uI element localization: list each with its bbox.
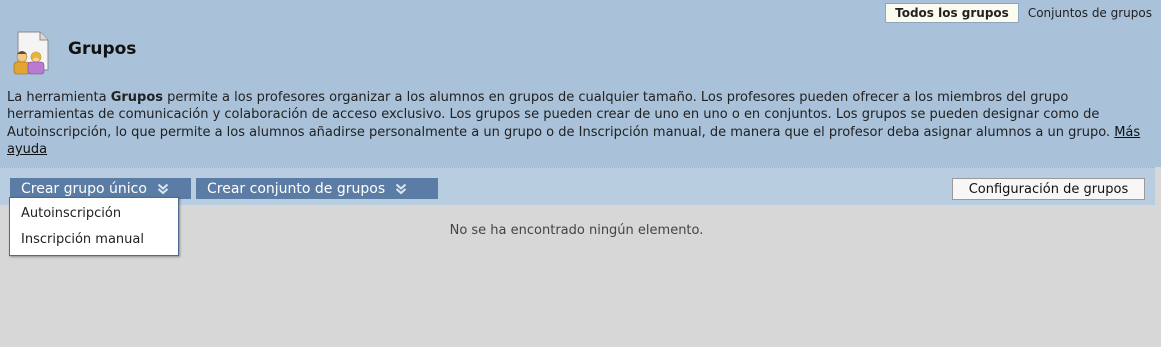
tab-group-sets[interactable]: Conjuntos de grupos [1019,3,1161,23]
create-group-dropdown-menu: Autoinscripción Inscripción manual [9,197,179,256]
create-single-group-label: Crear grupo único [21,180,147,197]
page-description: La herramienta Grupos permite a los prof… [7,89,1147,159]
create-group-set-button[interactable]: Crear conjunto de grupos [196,178,438,199]
double-chevron-down-icon [157,183,169,194]
tab-all-groups[interactable]: Todos los grupos [885,3,1019,23]
description-bold-tool: Grupos [110,90,164,105]
groups-icon [13,31,49,75]
double-chevron-down-icon [395,183,407,194]
view-tabs: Todos los grupos Conjuntos de grupos [885,3,1161,23]
page-title: Grupos [68,39,137,59]
page-header: Todos los grupos Conjuntos de grupos Gru… [0,0,1161,167]
description-text-2: permite a los profesores organizar a los… [7,90,1115,140]
menu-item-self-enroll[interactable]: Autoinscripción [10,201,178,227]
group-settings-button[interactable]: Configuración de grupos [952,178,1145,200]
description-text-1: La herramienta [7,90,111,105]
create-group-set-label: Crear conjunto de grupos [207,180,386,197]
menu-item-manual-enroll[interactable]: Inscripción manual [10,227,178,253]
create-single-group-button[interactable]: Crear grupo único [10,178,191,199]
